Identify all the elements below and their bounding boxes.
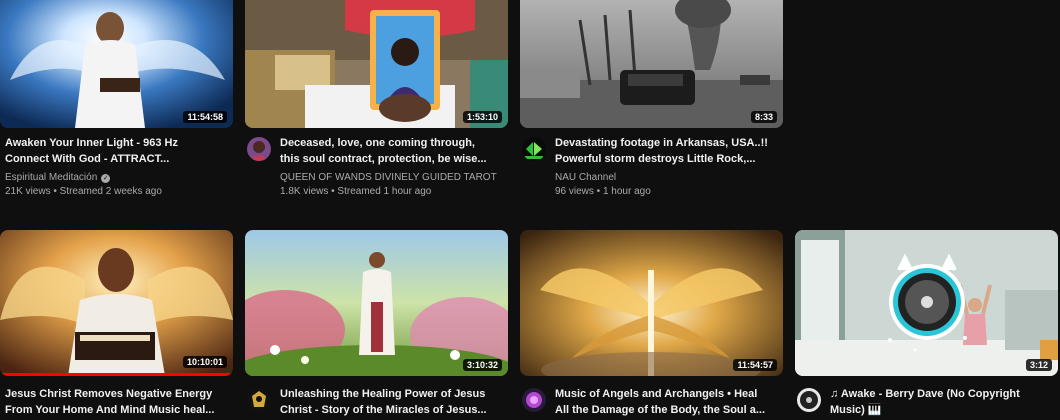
video-thumbnail[interactable]: 8:33 — [520, 0, 783, 128]
video-title[interactable]: ♫ Awake - Berry Dave (No Copyright Music… — [830, 386, 1058, 418]
video-title[interactable]: Deceased, love, one coming through, this… — [280, 135, 508, 167]
video-thumbnail[interactable]: 10:10:01 — [0, 230, 233, 376]
video-duration: 3:12 — [1025, 359, 1052, 371]
channel-avatar[interactable] — [247, 388, 271, 412]
video-meta: 96 views • 1 hour ago — [555, 186, 651, 197]
channel-name[interactable]: Espiritual Meditación ✓ — [5, 172, 111, 183]
video-title[interactable]: Unleashing the Healing Power of Jesus Ch… — [280, 386, 508, 418]
channel-avatar[interactable] — [522, 137, 546, 161]
video-title[interactable]: Devastating footage in Arkansas, USA..!!… — [555, 135, 783, 167]
video-duration: 11:54:57 — [733, 359, 777, 371]
video-duration: 8:33 — [750, 111, 777, 123]
video-title[interactable]: Awaken Your Inner Light - 963 Hz Connect… — [5, 135, 230, 167]
channel-name-text[interactable]: Espiritual Meditación — [5, 172, 97, 183]
video-thumbnail[interactable]: 3:10:32 — [245, 230, 508, 376]
video-thumbnail[interactable]: 11:54:58 — [0, 0, 233, 128]
video-duration: 10:10:01 — [182, 356, 227, 368]
video-meta: 1.8K views • Streamed 1 hour ago — [280, 186, 432, 197]
watch-progress-bar — [0, 373, 233, 376]
video-meta: 21K views • Streamed 2 weeks ago — [5, 186, 162, 197]
verified-icon: ✓ — [101, 174, 111, 183]
channel-avatar[interactable] — [247, 137, 271, 161]
video-thumbnail[interactable]: 11:54:57 — [520, 230, 783, 376]
video-thumbnail[interactable]: 3:12 — [795, 230, 1058, 376]
video-duration: 1:53:10 — [462, 111, 502, 123]
video-title[interactable]: Jesus Christ Removes Negative Energy Fro… — [5, 386, 230, 418]
channel-avatar[interactable] — [797, 388, 821, 412]
channel-name[interactable]: QUEEN OF WANDS DIVINELY GUIDED TAROT — [280, 172, 497, 183]
video-title[interactable]: Music of Angels and Archangels • Heal Al… — [555, 386, 783, 418]
channel-name[interactable]: NAU Channel — [555, 172, 616, 183]
video-thumbnail[interactable]: 1:53:10 — [245, 0, 508, 128]
video-duration: 3:10:32 — [462, 359, 502, 371]
video-duration: 11:54:58 — [183, 111, 227, 123]
channel-avatar[interactable] — [522, 388, 546, 412]
